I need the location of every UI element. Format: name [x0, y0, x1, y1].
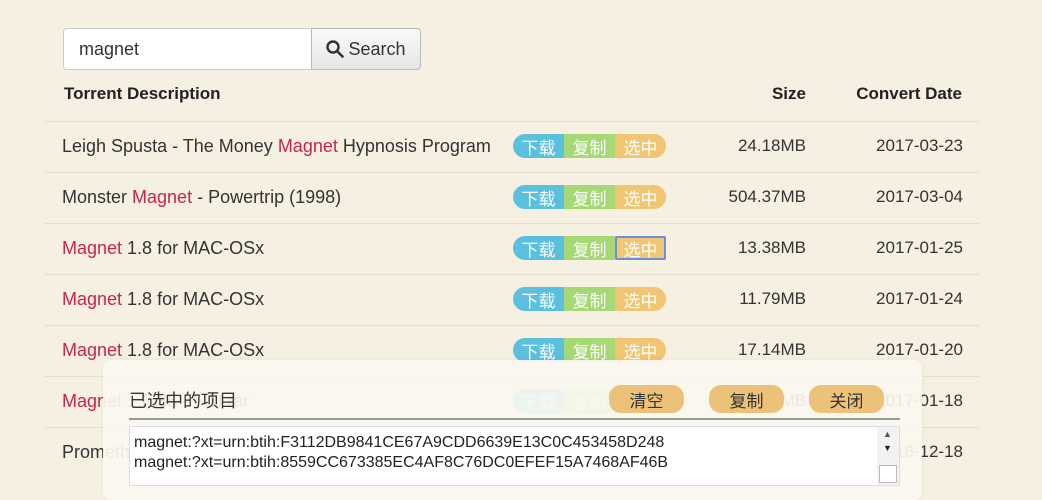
download-button[interactable]: 下载 — [513, 134, 564, 159]
torrent-description[interactable]: Magnet 1.8 for MAC-OSx — [62, 289, 264, 310]
copy-button[interactable]: 复制 — [564, 287, 615, 312]
desc-highlight: Magnet — [62, 238, 123, 258]
torrent-description[interactable]: Magnet 1.8 for MAC-OSx — [62, 340, 264, 361]
search-button[interactable]: Search — [311, 28, 421, 70]
resize-handle-icon[interactable] — [879, 465, 897, 483]
row-actions: 下载复制选中 — [513, 134, 666, 159]
panel-divider — [129, 418, 900, 420]
selected-magnets-textarea[interactable]: magnet:?xt=urn:btih:F3112DB9841CE67A9CDD… — [129, 426, 900, 486]
search-input[interactable] — [63, 28, 311, 70]
scroll-down-icon[interactable]: ▼ — [883, 443, 892, 453]
table-row: Magnet 1.8 for MAC-OSx 下载 复制 选中 13.38MB 2017-… — [44, 223, 980, 274]
download-button[interactable]: 下载 — [513, 185, 564, 210]
copy-button[interactable]: 复制 — [564, 185, 615, 210]
desc-suffix: 1.8 for MAC-OSx — [122, 340, 265, 360]
copy-button[interactable]: 复制 — [564, 236, 615, 261]
select-button[interactable]: 选中 — [615, 338, 666, 363]
torrent-description[interactable]: Leigh Spusta - The Money Magnet Hypnosis… — [62, 136, 491, 157]
desc-suffix: 1.8 for MAC-OSx — [122, 289, 265, 309]
convert-date: 2017-03-04 — [876, 187, 963, 206]
convert-date: 2017-01-20 — [876, 340, 963, 359]
row-actions: 下载复制选中 — [513, 287, 666, 312]
desc-highlight: Magnet — [132, 187, 193, 207]
torrent-size: 17.14MB — [737, 340, 806, 359]
convert-date: 2017-01-25 — [876, 238, 963, 257]
convert-date: 2017-03-23 — [876, 136, 963, 155]
torrent-size: 11.79MB — [739, 289, 806, 308]
magnet-link-line: magnet:?xt=urn:btih:8559CC673385EC4AF8C7… — [134, 454, 669, 471]
row-actions: 下载复制选中 — [513, 236, 666, 261]
table-row: Magnet 1.8 for MAC-OSx 下载 复制 选中 11.79MB 2017-… — [44, 274, 980, 325]
search-button-label: Search — [348, 38, 406, 59]
search-icon — [326, 40, 345, 58]
select-button[interactable]: 选中 — [615, 134, 666, 159]
torrent-size: 504.37MB — [728, 187, 807, 206]
desc-highlight: Magnet — [62, 289, 123, 309]
desc-highlight: Magnet — [62, 340, 123, 360]
magnet-link-line: magnet:?xt=urn:btih:F3112DB9841CE67A9CDD… — [134, 434, 665, 451]
copy-button[interactable]: 复制 — [564, 134, 615, 159]
scroll-up-icon[interactable]: ▲ — [883, 429, 892, 439]
header-size: Size — [771, 84, 806, 103]
desc-prefix: Monster — [62, 187, 133, 207]
download-button[interactable]: 下载 — [513, 287, 564, 312]
close-panel-button[interactable]: 关闭 — [809, 385, 884, 413]
convert-date: 2017-01-24 — [876, 289, 963, 308]
desc-suffix: - Powertrip (1998) — [192, 187, 342, 207]
torrent-size: 24.18MB — [737, 136, 806, 155]
copy-button[interactable]: 复制 — [564, 338, 615, 363]
search-form: Search — [63, 28, 421, 70]
torrent-description[interactable]: Magnet 1.8 for MAC-OSx — [62, 238, 264, 259]
select-button[interactable]: 选中 — [615, 287, 666, 312]
header-description: Torrent Description — [64, 84, 221, 103]
select-button[interactable]: 选中 — [615, 236, 666, 261]
selected-items-panel: 已选中的项目 清空 复制 关闭 magnet:?xt=urn:btih:F311… — [103, 360, 922, 500]
header-date: Convert Date — [856, 84, 962, 103]
torrent-size: 13.38MB — [737, 238, 806, 257]
torrent-description[interactable]: Monster Magnet - Powertrip (1998) — [62, 187, 341, 208]
panel-title: 已选中的项目 — [129, 391, 237, 411]
desc-highlight: Magnet — [277, 136, 338, 156]
row-actions: 下载复制选中 — [513, 185, 666, 210]
table-row: Monster Magnet - Powertrip (1998) 下载 复制 选中 5… — [44, 172, 980, 223]
clear-button[interactable]: 清空 — [609, 385, 684, 413]
table-row: Leigh Spusta - The Money Magnet Hypnosis… — [44, 121, 980, 172]
download-button[interactable]: 下载 — [513, 338, 564, 363]
desc-prefix: Leigh Spusta - The Money — [62, 136, 278, 156]
download-button[interactable]: 下载 — [513, 236, 564, 261]
copy-selected-button[interactable]: 复制 — [709, 385, 784, 413]
select-button[interactable]: 选中 — [615, 185, 666, 210]
table-header: Torrent Description Size Convert Date — [0, 84, 1042, 106]
desc-suffix: Hypnosis Program — [337, 136, 491, 156]
desc-suffix: 1.8 for MAC-OSx — [122, 238, 265, 258]
row-actions: 下载复制选中 — [513, 338, 666, 363]
